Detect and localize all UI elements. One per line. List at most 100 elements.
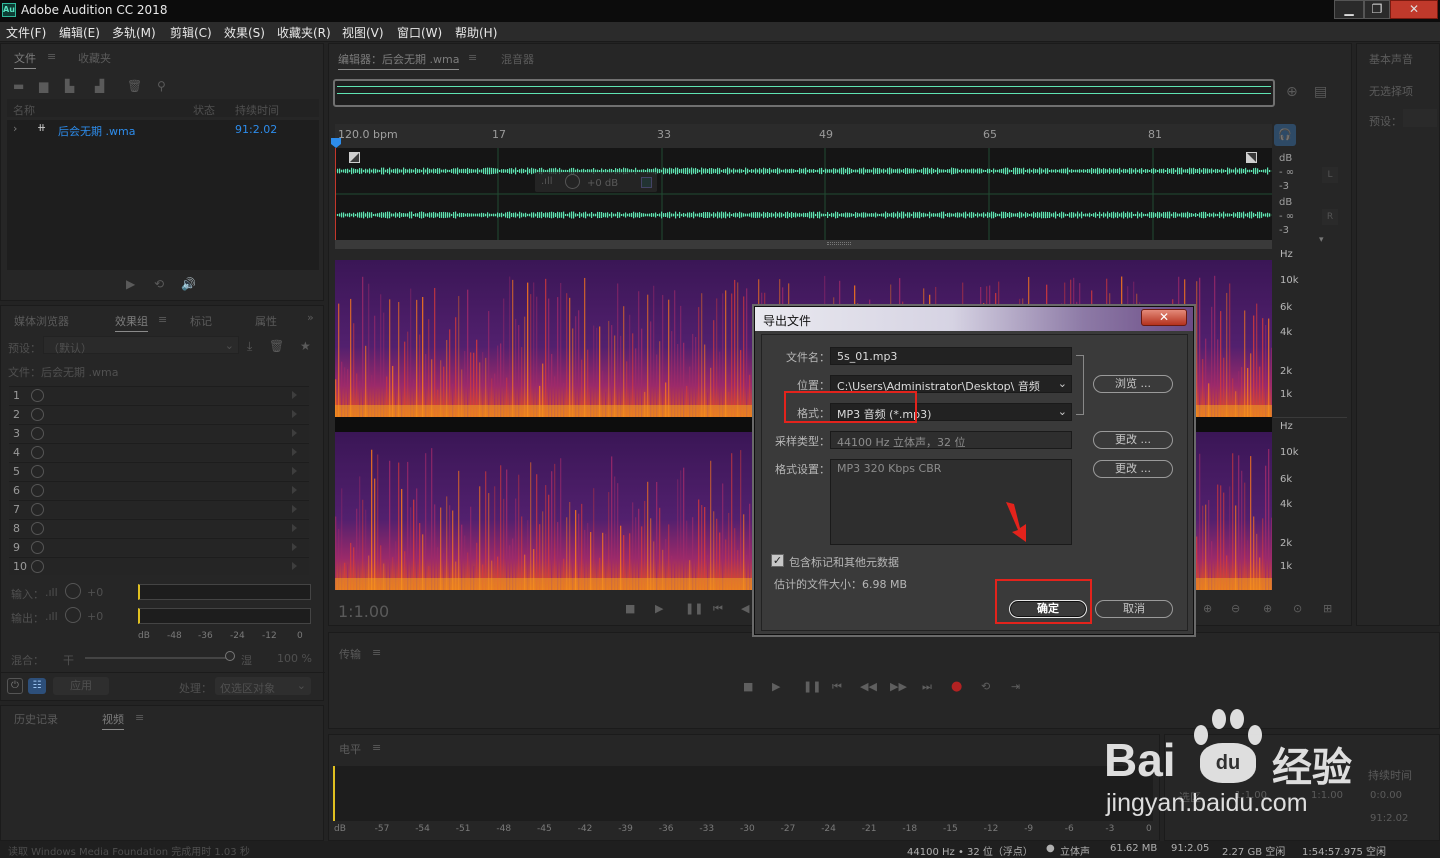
skip-back-icon[interactable]: ⏮ <box>713 602 723 616</box>
restore-button[interactable]: ❐ <box>1364 0 1390 19</box>
panel-title[interactable]: 基本声音 <box>1369 51 1413 67</box>
play-icon[interactable]: ▶ <box>126 277 135 291</box>
preset-select[interactable] <box>1403 109 1437 127</box>
input-gain-value[interactable]: +0 <box>87 586 103 599</box>
save-preset-icon[interactable]: ⤓ <box>247 339 252 354</box>
tab-mixer[interactable]: 混音器 <box>501 51 534 67</box>
selection-duration[interactable]: 0:0.00 <box>1370 790 1402 801</box>
zoom-out-icon[interactable]: ⊖ <box>1231 602 1240 615</box>
open-file-icon[interactable]: ▬ <box>13 79 24 93</box>
slot-power-icon[interactable] <box>31 427 44 440</box>
slot-power-icon[interactable] <box>31 446 44 459</box>
delete-icon[interactable]: 🗑 <box>127 79 142 93</box>
tab-effects-rack[interactable]: 效果组 <box>115 313 148 332</box>
filename-input[interactable]: 5s_01.mp3 <box>830 347 1072 365</box>
slot-power-icon[interactable] <box>31 522 44 535</box>
output-gain-value[interactable]: +0 <box>87 610 103 623</box>
menu-file[interactable]: 文件(F) <box>6 24 46 41</box>
view-divider[interactable] <box>335 240 1272 249</box>
column-duration[interactable]: 持续时间 <box>235 102 279 118</box>
slot-expand-icon[interactable] <box>292 429 297 437</box>
menu-window[interactable]: 窗口(W) <box>397 24 442 41</box>
headphones-icon[interactable]: 🎧 <box>1274 124 1296 146</box>
tab-video[interactable]: 视频 <box>102 711 124 730</box>
include-markers-checkbox[interactable]: ✓ <box>771 554 784 567</box>
panel-menu-icon[interactable]: ≡ <box>468 51 477 64</box>
output-gain-knob[interactable] <box>65 607 81 623</box>
close-window-button[interactable]: ✕ <box>1390 0 1438 19</box>
menu-clip[interactable]: 剪辑(C) <box>170 24 212 41</box>
slot-power-icon[interactable] <box>31 465 44 478</box>
slot-power-icon[interactable] <box>31 408 44 421</box>
slot-power-icon[interactable] <box>31 541 44 554</box>
effect-slot[interactable]: 8 <box>9 519 309 537</box>
effect-slot[interactable]: 5 <box>9 462 309 480</box>
import-icon[interactable]: ▆ <box>39 79 48 93</box>
tab-favorites[interactable]: 收藏夹 <box>78 50 111 66</box>
zoom-to-selection-icon[interactable]: ⊕ <box>1286 84 1298 100</box>
panel-menu-icon[interactable]: ≡ <box>372 741 381 754</box>
rewind-icon[interactable]: ◀◀ <box>860 680 877 693</box>
fast-forward-icon[interactable]: ▶▶ <box>890 680 907 693</box>
tab-markers[interactable]: 标记 <box>190 313 212 329</box>
list-view-icon[interactable]: ☷ <box>28 678 46 694</box>
hud-gain-value[interactable]: +0 dB <box>587 178 618 189</box>
slot-power-icon[interactable] <box>31 503 44 516</box>
effect-slot[interactable]: 7 <box>9 500 309 518</box>
effect-slot[interactable]: 3 <box>9 424 309 442</box>
zoom-in-icon[interactable]: ⊕ <box>1263 602 1272 615</box>
new-file-icon[interactable]: ▙ <box>65 79 74 93</box>
play-icon[interactable]: ▶ <box>655 602 663 615</box>
effect-slot[interactable]: 2 <box>9 405 309 423</box>
slot-expand-icon[interactable] <box>292 448 297 456</box>
loop-icon[interactable]: ⟲ <box>154 277 164 291</box>
zoom-amplitude-icon[interactable]: ⊕ <box>1203 602 1212 615</box>
list-item[interactable]: › ⧺ 后会无期 .wma 91:2.02 <box>7 120 319 138</box>
pause-icon[interactable]: ❚❚ <box>685 602 703 615</box>
skip-forward-icon[interactable]: ⏭ <box>922 680 932 694</box>
apply-button[interactable]: 应用 <box>53 677 109 695</box>
stop-icon[interactable]: ■ <box>625 602 635 615</box>
panel-menu-icon[interactable]: ≡ <box>47 50 56 63</box>
channel-right-toggle[interactable]: R <box>1322 209 1338 225</box>
dialog-title-bar[interactable]: 导出文件 ✕ <box>755 307 1193 331</box>
slot-power-icon[interactable] <box>31 484 44 497</box>
rewind-icon[interactable]: ◀ <box>741 602 749 615</box>
stop-icon[interactable]: ■ <box>743 680 753 693</box>
slot-expand-icon[interactable] <box>292 562 297 570</box>
menu-favorites[interactable]: 收藏夹(R) <box>277 24 331 41</box>
cancel-button[interactable]: 取消 <box>1095 600 1173 618</box>
autoplay-icon[interactable]: 🔊 <box>181 277 196 291</box>
mix-value[interactable]: 100 % <box>277 652 312 665</box>
menu-effects[interactable]: 效果(S) <box>224 24 265 41</box>
process-select[interactable]: 仅选区对象 ⌄ <box>215 677 311 695</box>
slot-expand-icon[interactable] <box>292 486 297 494</box>
skip-back-icon[interactable]: ⏮ <box>832 680 842 694</box>
slot-expand-icon[interactable] <box>292 467 297 475</box>
change-sample-button[interactable]: 更改 ... <box>1093 431 1173 449</box>
menu-view[interactable]: 视图(V) <box>342 24 384 41</box>
slot-expand-icon[interactable] <box>292 391 297 399</box>
effect-slot[interactable]: 10 <box>9 557 309 575</box>
column-status[interactable]: 状态 <box>193 102 215 118</box>
selection-end[interactable]: 1:1.00 <box>1311 790 1343 801</box>
slot-expand-icon[interactable] <box>292 524 297 532</box>
zoom-full-icon[interactable]: ⊞ <box>1323 602 1332 615</box>
effect-slot[interactable]: 4 <box>9 443 309 461</box>
menu-help[interactable]: 帮助(H) <box>455 24 497 41</box>
tab-history[interactable]: 历史记录 <box>14 711 58 727</box>
panel-menu-icon[interactable]: ≡ <box>135 711 144 724</box>
view-duration[interactable]: 91:2.02 <box>1370 813 1408 824</box>
effect-slot[interactable]: 9 <box>9 538 309 556</box>
preset-select[interactable]: （默认） ⌄ <box>43 336 239 355</box>
input-gain-knob[interactable] <box>65 583 81 599</box>
expand-icon[interactable]: › <box>13 122 17 135</box>
tab-editor[interactable]: 编辑器：后会无期 .wma <box>338 51 460 70</box>
panel-menu-icon[interactable]: ≡ <box>158 313 167 326</box>
hud-pin-icon[interactable] <box>641 177 652 188</box>
effect-slot[interactable]: 1 <box>9 386 309 404</box>
search-icon[interactable]: ⚲ <box>157 79 166 93</box>
more-panels-icon[interactable]: » <box>307 311 314 324</box>
column-name[interactable]: 名称 <box>13 102 35 118</box>
change-settings-button[interactable]: 更改 ... <box>1093 460 1173 478</box>
